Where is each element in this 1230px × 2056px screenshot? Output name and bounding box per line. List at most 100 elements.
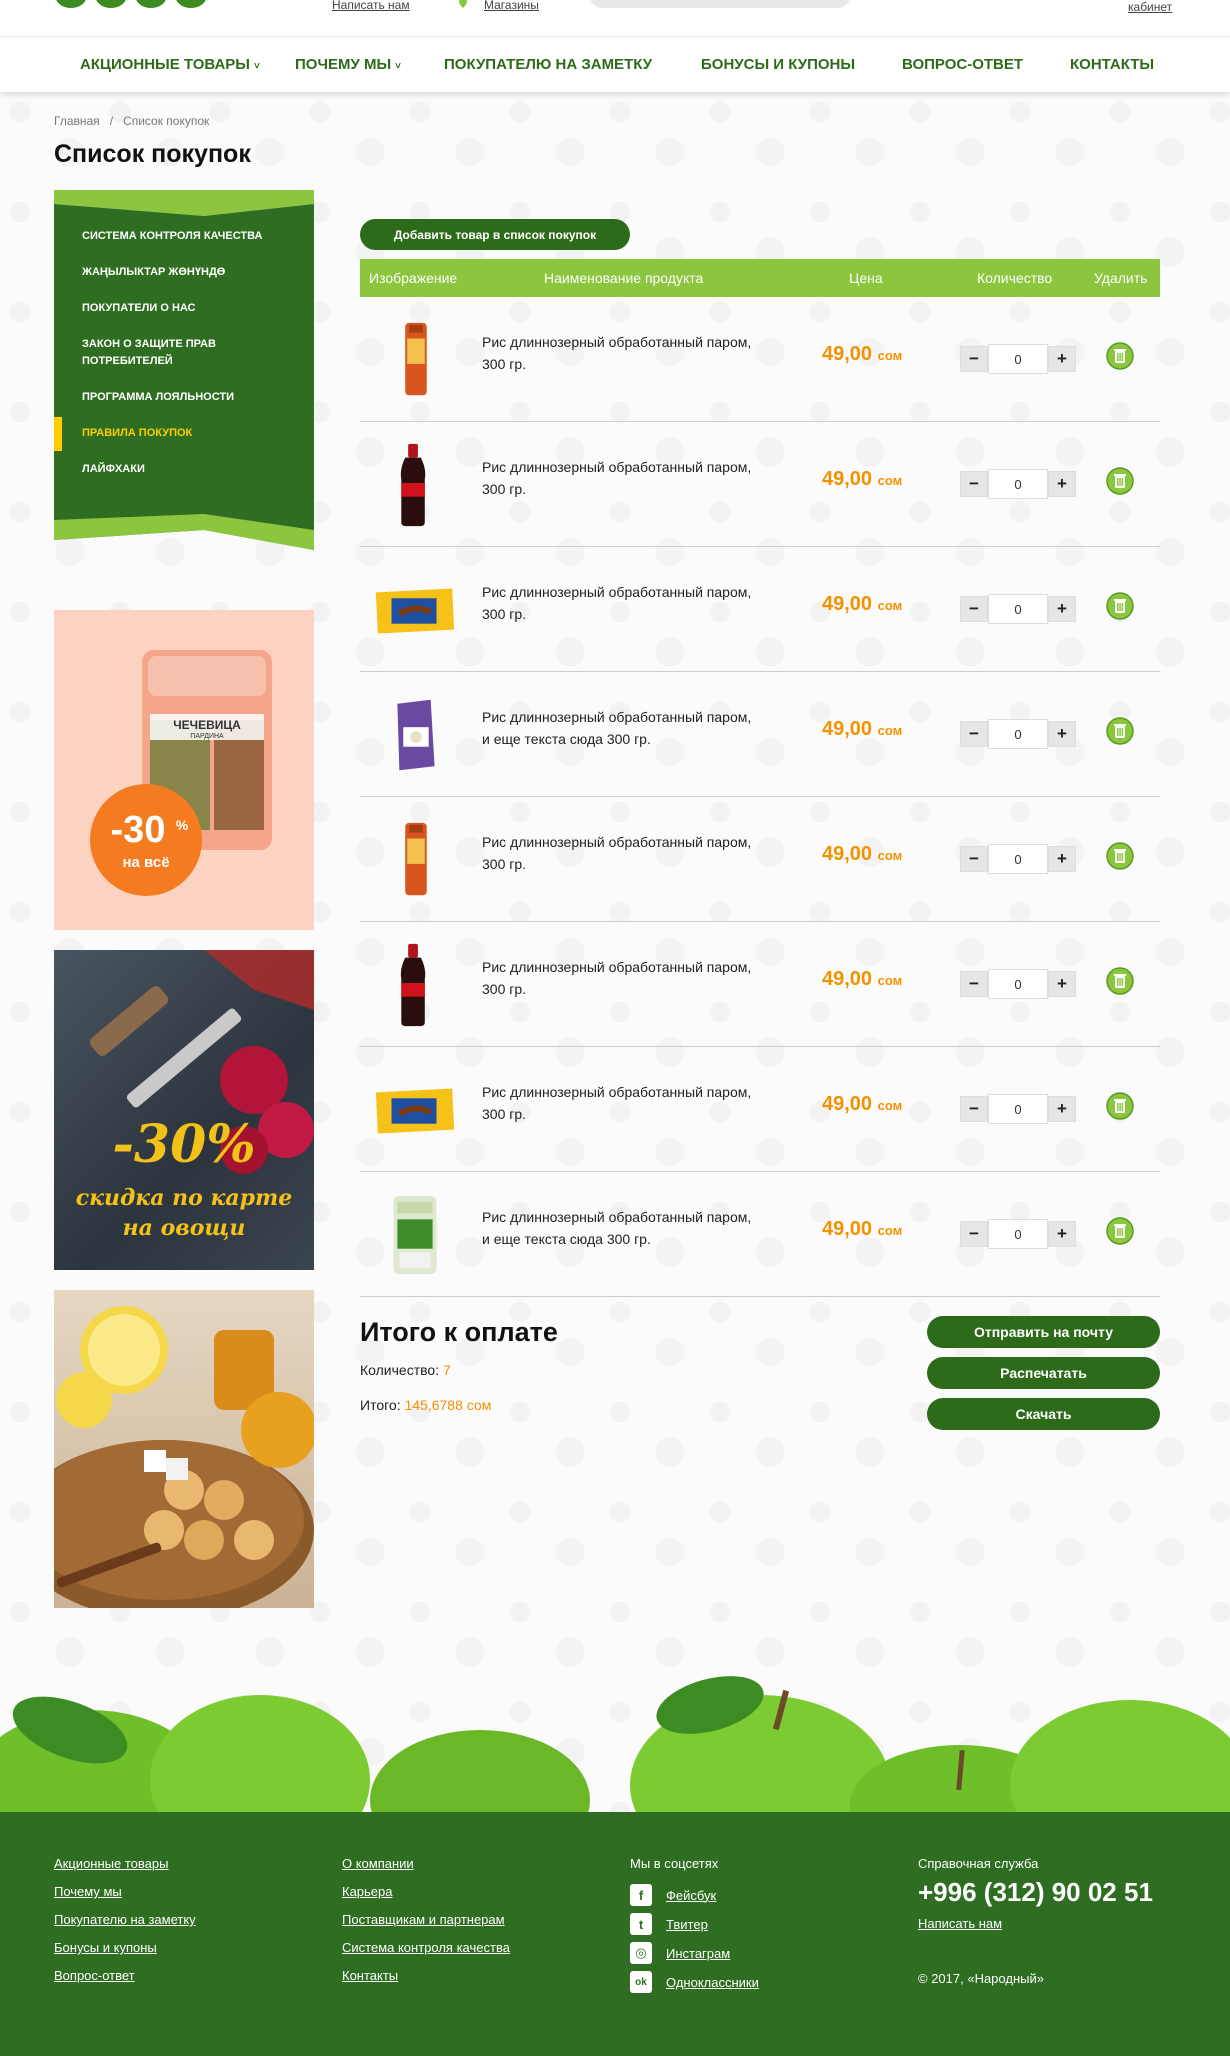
social-odnoklassniki[interactable]: ok Одноклассники bbox=[630, 1971, 759, 1993]
grain-pack-icon bbox=[393, 1195, 437, 1275]
quantity-input[interactable] bbox=[988, 469, 1048, 499]
nav-item-faq[interactable]: ВОПРОС-ОТВЕТ bbox=[902, 37, 1023, 93]
summary-total-value: 145,6788 сом bbox=[404, 1397, 492, 1413]
quantity-stepper: −+ bbox=[960, 1094, 1076, 1124]
nav-item-bonuses[interactable]: БОНУСЫ И КУПОНЫ bbox=[701, 37, 855, 93]
quantity-input[interactable] bbox=[988, 719, 1048, 749]
table-row: Рис длиннозерный обработанный паром, и ещ… bbox=[360, 672, 1160, 797]
decrease-button[interactable]: − bbox=[960, 346, 988, 372]
footer-link[interactable]: Система контроля качества bbox=[342, 1940, 510, 1955]
write-us-link[interactable]: Написать нам bbox=[918, 1916, 1153, 1931]
nav-item-label: АКЦИОННЫЕ ТОВАРЫ bbox=[80, 56, 250, 73]
sidebar-item-quality[interactable]: СИСТЕМА КОНТРОЛЯ КАЧЕСТВА bbox=[54, 228, 314, 245]
trash-icon[interactable] bbox=[1106, 717, 1134, 745]
social-twitter[interactable]: t Твитер bbox=[630, 1913, 759, 1935]
social-facebook[interactable]: f Фейсбук bbox=[630, 1884, 759, 1906]
product-name-line: Рис длиннозерный обработанный паром, bbox=[482, 334, 752, 350]
footer-link[interactable]: Вопрос-ответ bbox=[54, 1968, 196, 1983]
footer-link[interactable]: Акционные товары bbox=[54, 1856, 196, 1871]
quantity-stepper: −+ bbox=[960, 719, 1076, 749]
footer-link[interactable]: Почему мы bbox=[54, 1884, 196, 1899]
decrease-button[interactable]: − bbox=[960, 471, 988, 497]
increase-button[interactable]: + bbox=[1048, 1221, 1076, 1247]
quantity-input[interactable] bbox=[988, 594, 1048, 624]
nav-item-promo[interactable]: АКЦИОННЫЕ ТОВАРЫ ˅ bbox=[80, 37, 260, 93]
increase-button[interactable]: + bbox=[1048, 846, 1076, 872]
copyright: © 2017, «Народный» bbox=[918, 1971, 1044, 1986]
discount-note: на всё bbox=[122, 854, 169, 871]
top-bar: Написать нам Магазины кабинет bbox=[0, 0, 1230, 36]
sidebar-item-reviews[interactable]: ПОКУПАТЕЛИ О НАС bbox=[54, 300, 314, 317]
decrease-button[interactable]: − bbox=[960, 971, 988, 997]
download-button[interactable]: Скачать bbox=[927, 1398, 1160, 1430]
increase-button[interactable]: + bbox=[1048, 346, 1076, 372]
odnoklassniki-icon: ok bbox=[630, 1971, 652, 1993]
promo-banner-lentils[interactable]: ЧЕЧЕВИЦА ПАРДИНА -30 % на всё bbox=[54, 610, 314, 930]
breadcrumb-home[interactable]: Главная bbox=[54, 114, 100, 128]
social-label: Одноклассники bbox=[666, 1974, 759, 1990]
account-link[interactable]: кабинет bbox=[1128, 0, 1172, 14]
promo-banner-vegetables[interactable]: -30% скидка по карте на овощи bbox=[54, 950, 314, 1270]
trash-icon[interactable] bbox=[1106, 1092, 1134, 1120]
nav-item-buyer-notes[interactable]: ПОКУПАТЕЛЮ НА ЗАМЕТКУ bbox=[444, 37, 652, 93]
top-link-stores[interactable]: Магазины bbox=[484, 0, 539, 12]
sidebar-item-loyalty[interactable]: ПРОГРАММА ЛОЯЛЬНОСТИ bbox=[54, 389, 314, 406]
quantity-input[interactable] bbox=[988, 344, 1048, 374]
sidebar-item-news[interactable]: ЖАҢЫЛЫКТАР ЖӨНҮНДӨ bbox=[54, 264, 314, 281]
candy-pack-icon bbox=[375, 588, 455, 634]
increase-button[interactable]: + bbox=[1048, 1096, 1076, 1122]
search-input[interactable] bbox=[590, 0, 850, 8]
decrease-button[interactable]: − bbox=[960, 1221, 988, 1247]
price-value: 49,00 bbox=[822, 593, 873, 615]
price-currency: сом bbox=[877, 723, 903, 738]
decrease-button[interactable]: − bbox=[960, 1096, 988, 1122]
footer-link[interactable]: Контакты bbox=[342, 1968, 510, 1983]
help-phone[interactable]: +996 (312) 90 02 51 bbox=[918, 1877, 1153, 1908]
product-name-line: 300 гр. bbox=[482, 481, 527, 497]
sidebar-item-rules[interactable]: ПРАВИЛА ПОКУПОК bbox=[54, 417, 314, 451]
increase-button[interactable]: + bbox=[1048, 471, 1076, 497]
footer-col-2: О компании Карьера Поставщикам и партнер… bbox=[342, 1856, 510, 1996]
quantity-input[interactable] bbox=[988, 1219, 1048, 1249]
trash-icon[interactable] bbox=[1106, 467, 1134, 495]
nav-item-contacts[interactable]: КОНТАКТЫ bbox=[1070, 37, 1154, 93]
product-name-line: 300 гр. bbox=[482, 856, 527, 872]
product-name-line: Рис длиннозерный обработанный паром, bbox=[482, 1209, 752, 1225]
trash-icon[interactable] bbox=[1106, 967, 1134, 995]
price-value: 49,00 bbox=[822, 343, 873, 365]
footer-link[interactable]: Покупателю на заметку bbox=[54, 1912, 196, 1927]
trash-icon[interactable] bbox=[1106, 1217, 1134, 1245]
add-product-button[interactable]: Добавить товар в список покупок bbox=[360, 219, 630, 250]
social-instagram[interactable]: ◎ Инстаграм bbox=[630, 1942, 759, 1964]
nav-item-why-us[interactable]: ПОЧЕМУ МЫ ˅ bbox=[295, 37, 401, 93]
footer-link[interactable]: О компании bbox=[342, 1856, 510, 1871]
footer-link[interactable]: Бонусы и купоны bbox=[54, 1940, 196, 1955]
trash-icon[interactable] bbox=[1106, 592, 1134, 620]
send-email-button[interactable]: Отправить на почту bbox=[927, 1316, 1160, 1348]
discount-line1: скидка по карте bbox=[76, 1185, 293, 1211]
price-value: 49,00 bbox=[822, 1218, 873, 1240]
logo[interactable] bbox=[54, 0, 234, 8]
trash-icon[interactable] bbox=[1106, 842, 1134, 870]
product-name: Рис длиннозерный обработанный паром, и ещ… bbox=[482, 1206, 792, 1250]
increase-button[interactable]: + bbox=[1048, 721, 1076, 747]
quantity-input[interactable] bbox=[988, 969, 1048, 999]
decrease-button[interactable]: − bbox=[960, 596, 988, 622]
increase-button[interactable]: + bbox=[1048, 971, 1076, 997]
top-link-write-us[interactable]: Написать нам bbox=[332, 0, 410, 12]
footer-link[interactable]: Поставщикам и партнерам bbox=[342, 1912, 510, 1927]
footer-link[interactable]: Карьера bbox=[342, 1884, 510, 1899]
social-label: Фейсбук bbox=[666, 1887, 717, 1903]
increase-button[interactable]: + bbox=[1048, 596, 1076, 622]
print-button[interactable]: Распечатать bbox=[927, 1357, 1160, 1389]
sidebar-item-lifehacks[interactable]: ЛАЙФХАКИ bbox=[54, 461, 314, 478]
quantity-input[interactable] bbox=[988, 1094, 1048, 1124]
sidebar-item-consumer-law[interactable]: ЗАКОН О ЗАЩИТЕ ПРАВ ПОТРЕБИТЕЛЕЙ bbox=[54, 336, 314, 370]
quantity-input[interactable] bbox=[988, 844, 1048, 874]
discount-value: -30% bbox=[112, 1114, 255, 1175]
candy-pack-icon bbox=[375, 1088, 455, 1134]
decrease-button[interactable]: − bbox=[960, 721, 988, 747]
trash-icon[interactable] bbox=[1106, 342, 1134, 370]
promo-banner-sweets[interactable] bbox=[54, 1290, 314, 1608]
decrease-button[interactable]: − bbox=[960, 846, 988, 872]
